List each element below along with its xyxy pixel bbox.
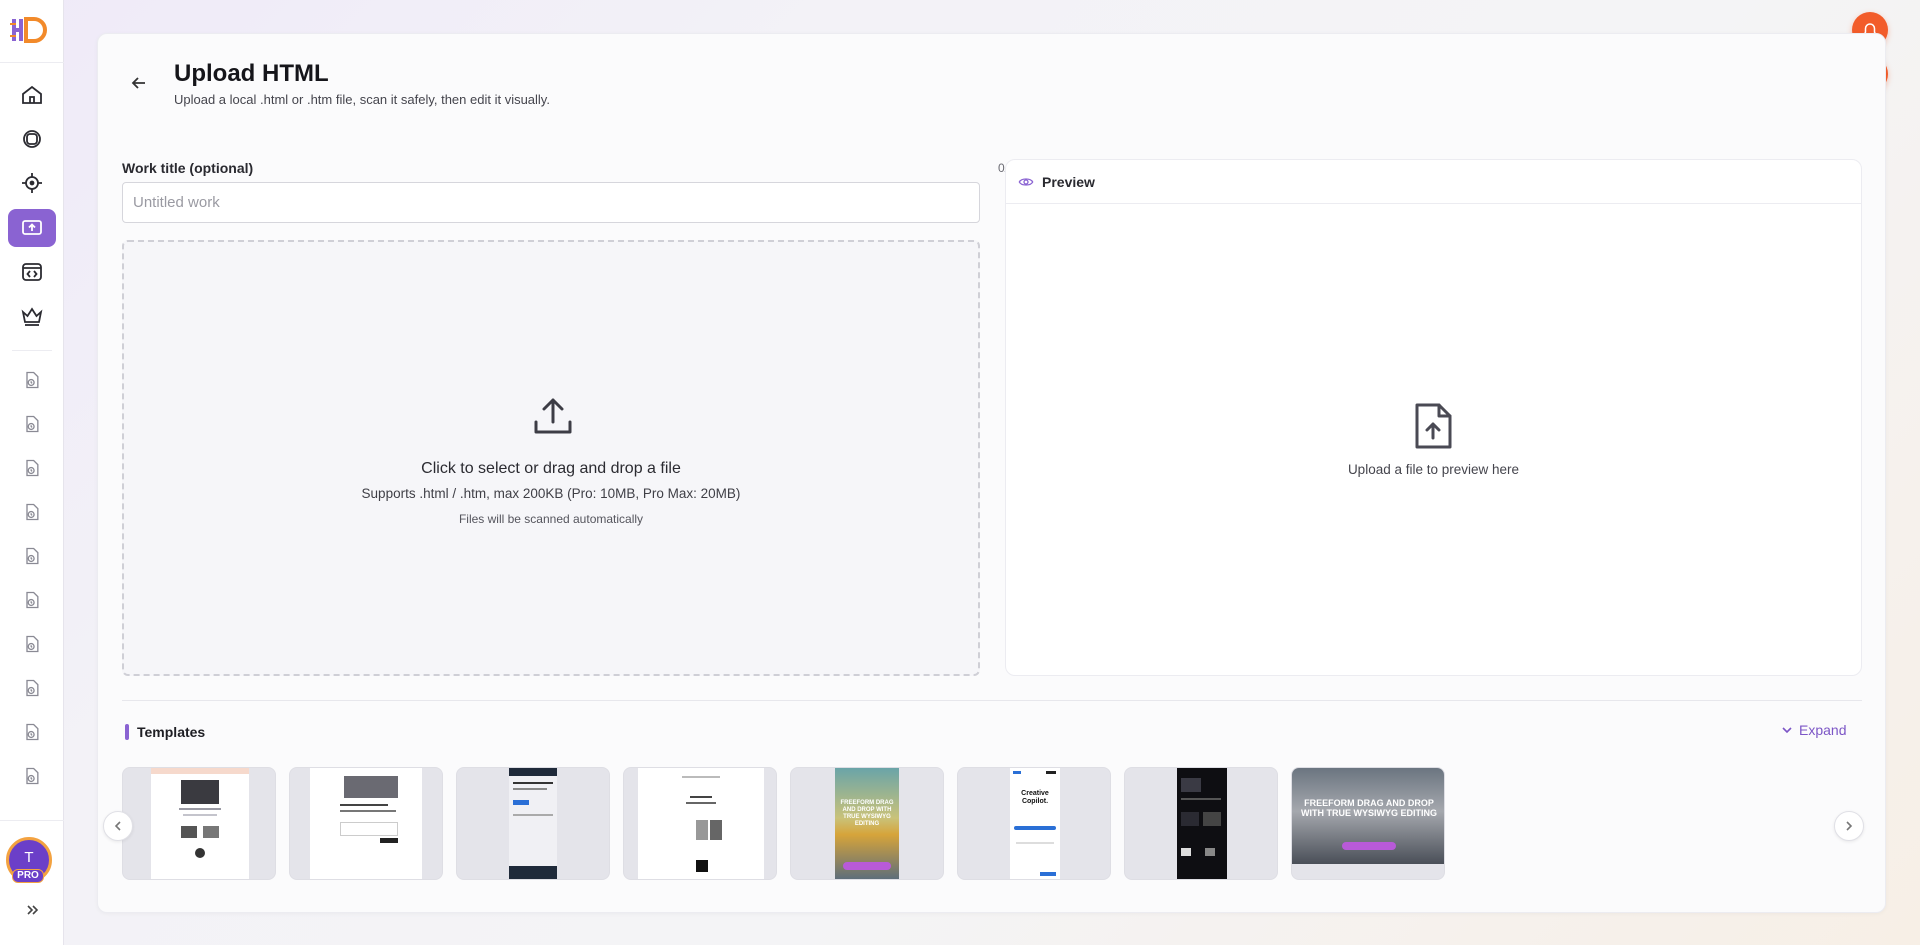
file-upload-icon <box>1415 403 1452 449</box>
chevron-down-icon <box>1782 727 1792 734</box>
double-chevron-right-icon <box>27 905 39 915</box>
template-6-headline: Creative Copilot. <box>1021 790 1049 805</box>
chevron-right-icon <box>1846 821 1853 831</box>
history-item-5[interactable] <box>14 540 50 572</box>
template-thumbnail <box>310 768 422 879</box>
sidebar-collapse-button[interactable] <box>18 898 46 922</box>
nav-separator <box>12 350 52 351</box>
chevron-left-icon <box>114 821 121 831</box>
app-logo[interactable] <box>10 13 54 49</box>
section-divider <box>122 700 1862 701</box>
preview-panel: Preview Upload a file to preview here <box>1005 159 1862 676</box>
template-card-8[interactable]: FREEFORM DRAG AND DROP WITH TRUE WYSIWYG… <box>1291 767 1445 880</box>
template-thumbnail <box>509 768 557 879</box>
arrow-left-icon <box>131 77 145 89</box>
history-file-icon <box>26 547 39 565</box>
history-item-6[interactable] <box>14 584 50 616</box>
history-file-icon <box>26 591 39 609</box>
nav-target[interactable] <box>8 164 56 202</box>
home-icon <box>22 85 42 104</box>
history-file-icon <box>26 371 39 389</box>
template-card-7[interactable] <box>1124 767 1278 880</box>
template-thumbnail <box>638 768 764 879</box>
file-dropzone[interactable]: Click to select or drag and drop a file … <box>122 240 980 676</box>
eye-icon <box>1018 177 1034 186</box>
history-item-1[interactable] <box>14 364 50 396</box>
history-item-10[interactable] <box>14 760 50 792</box>
upload-icon <box>534 398 572 434</box>
templates-expand-button[interactable]: Expand <box>1781 722 1846 738</box>
aperture-icon <box>23 130 41 148</box>
dropzone-support-text: Supports .html / .htm, max 200KB (Pro: 1… <box>361 486 741 501</box>
work-title-label: Work title (optional) <box>122 160 254 176</box>
history-file-icon <box>26 415 39 433</box>
preview-empty-text: Upload a file to preview here <box>1347 462 1520 477</box>
history-item-7[interactable] <box>14 628 50 660</box>
template-thumbnail: FREEFORM DRAG AND DROP WITH TRUE WYSIWYG… <box>835 768 899 879</box>
history-file-icon <box>26 503 39 521</box>
template-8-headline: FREEFORM DRAG AND DROP WITH TRUE WYSIWYG… <box>1301 798 1437 818</box>
dropzone-scan-text: Files will be scanned automatically <box>458 512 644 526</box>
nav-upload-html[interactable] <box>8 209 56 247</box>
main-card: Upload HTML Upload a local .html or .htm… <box>97 33 1886 913</box>
template-thumbnail: FREEFORM DRAG AND DROP WITH TRUE WYSIWYG… <box>1292 768 1444 864</box>
crosshair-icon <box>22 173 42 193</box>
template-thumbnail <box>1177 768 1227 879</box>
preview-header: Preview <box>1006 160 1861 204</box>
expand-label: Expand <box>1799 722 1847 738</box>
nav-ai-generate[interactable] <box>8 120 56 158</box>
history-file-icon <box>26 723 39 741</box>
template-card-2[interactable] <box>289 767 443 880</box>
avatar-initial: T <box>24 848 34 866</box>
template-card-1[interactable] <box>122 767 276 880</box>
template-thumbnail: Creative Copilot. <box>1010 768 1060 879</box>
carousel-next-button[interactable] <box>1834 811 1864 841</box>
history-file-icon <box>26 767 39 785</box>
sidebar: T PRO <box>0 0 64 945</box>
template-5-headline: FREEFORM DRAG AND DROP WITH TRUE WYSIWYG… <box>840 800 894 827</box>
template-card-4[interactable] <box>623 767 777 880</box>
template-card-3[interactable] <box>456 767 610 880</box>
sidebar-bottom-divider <box>0 820 64 821</box>
nav-code[interactable] <box>8 253 56 291</box>
work-title-input[interactable] <box>122 182 980 223</box>
logo-divider <box>0 62 64 63</box>
plan-badge: PRO <box>12 869 44 883</box>
history-item-4[interactable] <box>14 496 50 528</box>
crown-icon <box>21 307 43 326</box>
template-card-6[interactable]: Creative Copilot. <box>957 767 1111 880</box>
upload-screen-icon <box>22 220 42 235</box>
templates-title: Templates <box>137 724 206 740</box>
preview-title: Preview <box>1042 173 1095 190</box>
page-subtitle: Upload a local .html or .htm file, scan … <box>174 92 550 107</box>
code-window-icon <box>22 263 42 281</box>
nav-home[interactable] <box>8 76 56 114</box>
history-file-icon <box>26 635 39 653</box>
history-item-2[interactable] <box>14 408 50 440</box>
nav-premium[interactable] <box>8 297 56 335</box>
template-thumbnail <box>151 768 249 879</box>
templates-carousel: FREEFORM DRAG AND DROP WITH TRUE WYSIWYG… <box>122 764 1862 880</box>
page-title: Upload HTML <box>174 60 329 87</box>
history-item-9[interactable] <box>14 716 50 748</box>
history-file-icon <box>26 459 39 477</box>
history-item-3[interactable] <box>14 452 50 484</box>
back-button[interactable] <box>126 70 152 96</box>
dropzone-main-text: Click to select or drag and drop a file <box>421 460 681 477</box>
templates-accent-bar <box>125 724 129 740</box>
carousel-prev-button[interactable] <box>103 811 133 841</box>
history-item-8[interactable] <box>14 672 50 704</box>
history-file-icon <box>26 679 39 697</box>
template-card-5[interactable]: FREEFORM DRAG AND DROP WITH TRUE WYSIWYG… <box>790 767 944 880</box>
